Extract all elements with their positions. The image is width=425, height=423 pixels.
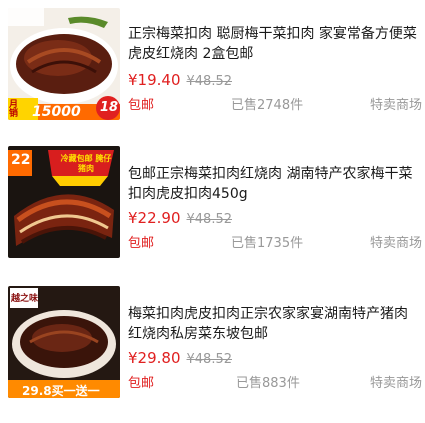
monthly-sales-label: 月销 [9,100,19,119]
original-price: ¥48.52 [186,212,233,227]
promo-ribbon-text: 29.8买一送一 [22,384,100,398]
product-title[interactable]: 梅菜扣肉虎皮扣肉正宗农家家宴湖南特产猪肉红烧肉私房菜东坡包邮 [128,304,420,344]
product-title[interactable]: 包邮正宗梅菜扣肉红烧肉 湖南特产农家梅干菜扣肉虎皮扣肉450g [128,164,420,204]
meta-row: 包邮 已售1735件 特卖商场 [128,232,422,251]
product-item[interactable]: 22 冷藏包邮 腌仔猪肉 包邮正宗梅菜扣肉红烧肉 湖南特产农家梅干菜扣肉虎皮扣肉… [0,142,425,262]
brand-logo-text: 越之味 [11,294,39,304]
free-shipping-label: 包邮 [128,236,155,251]
badge-number: 22 [11,152,31,168]
meta-row: 包邮 已售883件 特卖商场 [128,372,422,391]
free-shipping-label: 包邮 [128,376,155,391]
product-item[interactable]: 月销 15000 18 正宗梅菜扣肉 聪厨梅干菜扣肉 家宴常备方便菜虎皮红烧肉 … [0,4,425,124]
image-ribbon-text: 冷藏包邮 腌仔猪肉 [60,154,112,173]
current-price: ¥29.80 [128,349,181,367]
product-title[interactable]: 正宗梅菜扣肉 聪厨梅干菜扣肉 家宴常备方便菜虎皮红烧肉 2盒包邮 [128,24,420,64]
product-list: 月销 15000 18 正宗梅菜扣肉 聪厨梅干菜扣肉 家宴常备方便菜虎皮红烧肉 … [0,0,425,423]
price-row: ¥22.90 ¥48.52 [128,208,232,227]
product-item[interactable]: 越之味 29.8买一送一 梅菜扣肉虎皮扣肉正宗农家家宴湖南特产猪肉红烧肉私房菜东… [0,282,425,402]
sold-count: 已售883件 [236,376,300,391]
shop-name[interactable]: 特卖商场 [370,232,422,251]
shop-name[interactable]: 特卖商场 [370,94,422,113]
product-image[interactable]: 22 冷藏包邮 腌仔猪肉 [8,146,120,258]
product-image[interactable]: 越之味 29.8买一送一 [8,286,120,398]
current-price: ¥19.40 [128,71,181,89]
sold-count: 已售2748件 [231,98,304,113]
price-row: ¥29.80 ¥48.52 [128,348,232,367]
badge-number: 18 [100,100,119,115]
original-price: ¥48.52 [186,74,233,89]
current-price: ¥22.90 [128,209,181,227]
sold-count: 已售1735件 [231,236,304,251]
product-image[interactable]: 月销 15000 18 [8,8,120,120]
free-shipping-label: 包邮 [128,98,155,113]
shop-name[interactable]: 特卖商场 [370,372,422,391]
original-price: ¥48.52 [186,352,233,367]
monthly-sales-count: 15000 [32,104,81,120]
price-row: ¥19.40 ¥48.52 [128,70,232,89]
meta-row: 包邮 已售2748件 特卖商场 [128,94,422,113]
